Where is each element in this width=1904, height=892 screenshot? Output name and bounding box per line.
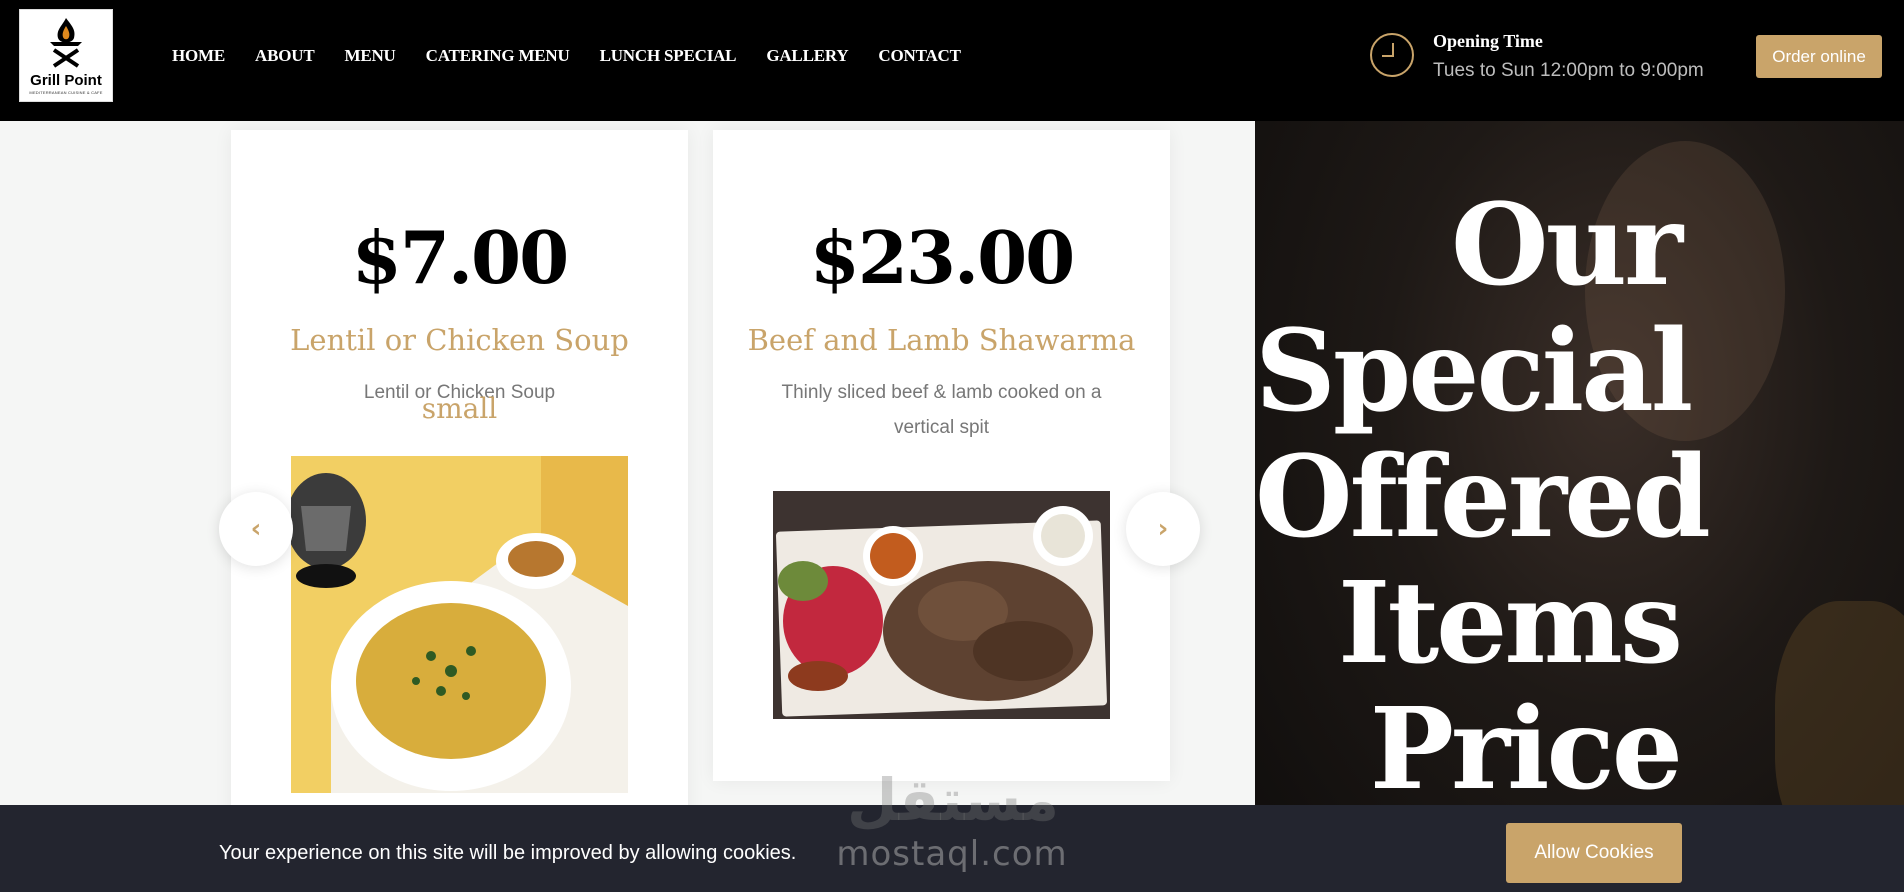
nav-lunch-special[interactable]: LUNCH SPECIAL — [600, 46, 737, 66]
logo-brand: Grill Point — [30, 72, 102, 89]
site-header: Grill Point MEDITERRANEAN CUISINE & CAFE… — [0, 0, 1904, 121]
grill-logo-icon — [50, 18, 82, 68]
special-offer-panel: Our Special Offered Items Price — [1255, 121, 1904, 892]
item-name: Beef and Lamb Shawarma — [747, 323, 1136, 357]
heading-line: Items — [1338, 558, 1683, 689]
allow-cookies-button[interactable]: Allow Cookies — [1506, 823, 1682, 883]
shawarma-plate-photo — [773, 491, 1110, 719]
heading-line: Offered — [1255, 432, 1711, 563]
chevron-left-icon: ‹ — [250, 514, 262, 544]
menu-card: $23.00 Beef and Lamb Shawarma Thinly sli… — [713, 130, 1170, 781]
item-description: Thinly sliced beef & lamb cooked on a ve… — [781, 382, 1102, 438]
carousel-next-button[interactable]: › — [1126, 492, 1200, 566]
watermark-arabic: مستقل — [846, 766, 1060, 834]
cookie-message: Your experience on this site will be imp… — [219, 842, 797, 864]
item-price: $7.00 — [351, 215, 569, 300]
menu-card: $7.00 Lentil or Chicken Soup Lentil or C… — [231, 130, 688, 830]
nav-menu[interactable]: MENU — [345, 46, 396, 66]
heading-line: Our — [1451, 180, 1683, 311]
item-price: $23.00 — [809, 215, 1076, 300]
main-nav: HOME ABOUT MENU CATERING MENU LUNCH SPEC… — [172, 46, 991, 66]
watermark-latin: mostaql.com — [836, 834, 1068, 874]
nav-home[interactable]: HOME — [172, 46, 225, 66]
carousel-prev-button[interactable]: ‹ — [219, 492, 293, 566]
item-name: Lentil or Chicken Soup — [290, 323, 629, 357]
heading-line: Special — [1255, 306, 1693, 437]
nav-gallery[interactable]: GALLERY — [766, 46, 848, 66]
nav-about[interactable]: ABOUT — [255, 46, 315, 66]
heading-line: Price — [1369, 684, 1683, 815]
clock-icon — [1370, 33, 1414, 77]
opening-hours: Tues to Sun 12:00pm to 9:00pm — [1433, 60, 1704, 81]
opening-time-title: Opening Time — [1433, 31, 1543, 51]
special-offer-heading: Our Special Offered Items Price — [1255, 180, 1711, 815]
item-size: small — [421, 392, 498, 425]
lentil-soup-photo — [291, 456, 628, 793]
logo-tagline: MEDITERRANEAN CUISINE & CAFE — [29, 90, 103, 95]
nav-contact[interactable]: CONTACT — [878, 46, 961, 66]
logo[interactable]: Grill Point MEDITERRANEAN CUISINE & CAFE — [19, 9, 113, 102]
nav-catering-menu[interactable]: CATERING MENU — [426, 46, 570, 66]
order-online-button[interactable]: Order online — [1756, 35, 1882, 78]
chevron-right-icon: › — [1157, 514, 1169, 544]
